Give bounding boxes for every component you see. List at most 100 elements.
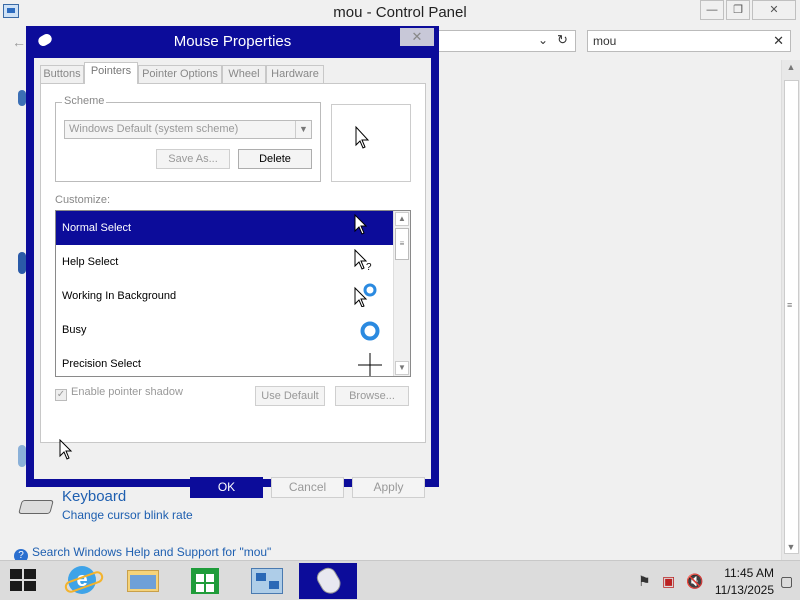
control-panel-scrollbar[interactable]: ▲ ≡ ▼: [781, 60, 800, 560]
save-as-button[interactable]: Save As...: [156, 149, 230, 169]
notification-icon[interactable]: ▢: [780, 573, 793, 590]
scrollbar-thumb[interactable]: [784, 80, 799, 554]
windows-logo-icon-part: [10, 581, 22, 591]
taskbar: e ⚑ ▣ 🔇 11:45 AM 11/13/2025 ▢: [0, 560, 800, 600]
scroll-up-icon[interactable]: ▲: [782, 62, 800, 78]
clock-time[interactable]: 11:45 AM: [710, 566, 774, 580]
help-cursor-icon: ?: [354, 249, 372, 273]
control-panel-icon-part: [269, 581, 279, 589]
list-item-label: Precision Select: [62, 358, 141, 370]
scroll-down-icon[interactable]: ▼: [782, 542, 800, 558]
network-icon[interactable]: ▣: [662, 573, 675, 590]
back-arrow-icon[interactable]: ←: [12, 34, 26, 50]
category-icon-fragment: [18, 445, 26, 467]
working-cursor-icon: [354, 283, 377, 307]
browse-button[interactable]: Browse...: [335, 386, 409, 406]
scheme-value: Windows Default (system scheme): [69, 123, 239, 135]
ok-button[interactable]: OK: [190, 477, 263, 498]
tab-pointer-options[interactable]: Pointer Options: [138, 65, 222, 83]
taskbar-mouse-properties[interactable]: [299, 563, 357, 599]
cancel-button[interactable]: Cancel: [271, 477, 344, 498]
list-item-label: Busy: [62, 324, 87, 336]
category-icon-fragment: [18, 90, 26, 106]
dialog-title: Mouse Properties: [173, 33, 292, 50]
scrollbar-thumb[interactable]: ≡: [395, 228, 409, 260]
scheme-select[interactable]: Windows Default (system scheme) ▼: [64, 120, 312, 139]
store-icon-part: [206, 574, 214, 582]
clear-search-icon[interactable]: ✕: [773, 33, 784, 49]
apply-button[interactable]: Apply: [352, 477, 425, 498]
cursor-list[interactable]: Normal Select Help Select ? Working In B…: [55, 210, 411, 377]
control-panel-icon: [251, 568, 283, 594]
mouse-properties-dialog: Mouse Properties ✕ Buttons Pointers Poin…: [26, 26, 439, 498]
list-item-label: Normal Select: [62, 222, 132, 234]
cursor-preview: [331, 104, 411, 182]
search-input-value: mou: [593, 34, 617, 48]
svg-text:?: ?: [366, 262, 372, 273]
list-item[interactable]: Working In Background: [56, 279, 393, 313]
store-icon: [191, 568, 219, 594]
taskbar-internet-explorer[interactable]: e: [52, 563, 110, 599]
scroll-grip-icon: ≡: [787, 300, 793, 310]
address-bar[interactable]: ⌄ ↻: [436, 30, 576, 52]
search-input[interactable]: mou ✕: [587, 30, 791, 52]
dialog-close-button[interactable]: ✕: [400, 28, 434, 46]
control-panel-titlebar: mou - Control Panel — ❐ ✕: [0, 0, 800, 24]
enable-pointer-shadow-checkbox[interactable]: ✓ Enable pointer shadow: [55, 386, 183, 401]
tab-hardware[interactable]: Hardware: [266, 65, 324, 83]
clock-date[interactable]: 11/13/2025: [710, 583, 774, 597]
customize-label: Customize:: [55, 194, 111, 206]
store-icon-part: [206, 584, 214, 592]
taskbar-store[interactable]: [175, 563, 233, 599]
mouse-icon: [313, 564, 345, 598]
keyboard-icon[interactable]: [18, 500, 54, 514]
tab-pointers[interactable]: Pointers: [84, 62, 138, 84]
windows-logo-icon-part: [24, 581, 36, 591]
volume-muted-icon[interactable]: 🔇: [686, 573, 703, 590]
maximize-button[interactable]: ❐: [726, 0, 750, 20]
crosshair-cursor-icon: [358, 353, 382, 376]
delete-button[interactable]: Delete: [238, 149, 312, 169]
tab-buttons[interactable]: Buttons: [40, 65, 84, 83]
keyboard-link[interactable]: Keyboard: [62, 488, 126, 505]
list-item[interactable]: Precision Select: [56, 347, 393, 376]
cursor-list-scrollbar[interactable]: ▲ ≡ ▼: [393, 211, 410, 376]
taskbar-file-explorer[interactable]: [113, 563, 171, 599]
use-default-button[interactable]: Use Default: [255, 386, 325, 406]
tab-wheel[interactable]: Wheel: [222, 65, 266, 83]
scheme-label: Scheme: [62, 95, 107, 107]
windows-logo-icon: [10, 569, 22, 579]
list-item[interactable]: Busy: [56, 313, 393, 347]
list-item[interactable]: Help Select ?: [56, 245, 393, 279]
internet-explorer-icon: e: [68, 566, 96, 594]
taskbar-control-panel[interactable]: [237, 563, 295, 599]
control-panel-title: mou - Control Panel: [333, 4, 467, 21]
scroll-up-icon[interactable]: ▲: [395, 212, 409, 226]
chevron-down-icon[interactable]: ⌄: [538, 33, 548, 47]
enable-pointer-shadow-label: Enable pointer shadow: [71, 386, 183, 398]
scroll-down-icon[interactable]: ▼: [395, 361, 409, 375]
control-panel-icon-part: [256, 573, 266, 581]
list-item-label: Working In Background: [62, 290, 177, 302]
store-icon-part: [196, 584, 204, 592]
mouse-pointer-icon: [59, 439, 73, 460]
dialog-body: Buttons Pointers Pointer Options Wheel H…: [34, 58, 431, 498]
minimize-button[interactable]: —: [700, 0, 724, 20]
busy-cursor-icon: [360, 321, 380, 341]
list-item[interactable]: Normal Select: [56, 211, 393, 245]
keyboard-blink-rate-link[interactable]: Change cursor blink rate: [62, 508, 193, 522]
refresh-icon[interactable]: ↻: [557, 32, 568, 48]
start-button[interactable]: [10, 569, 38, 593]
checkmark-icon[interactable]: ✓: [55, 389, 67, 401]
chevron-down-icon[interactable]: ▼: [295, 121, 311, 138]
pointers-tab-page: Scheme Windows Default (system scheme) ▼…: [40, 83, 426, 443]
folder-icon: [127, 570, 159, 592]
category-icon-fragment: [18, 252, 26, 274]
list-item-label: Help Select: [62, 256, 119, 268]
close-window-button[interactable]: ✕: [752, 0, 796, 20]
store-icon-part: [196, 574, 204, 582]
arrow-cursor-icon: [355, 125, 370, 149]
help-search-text[interactable]: Search Windows Help and Support for "mou…: [32, 545, 271, 559]
flag-icon[interactable]: ⚑: [638, 573, 651, 590]
scheme-group: Scheme Windows Default (system scheme) ▼…: [55, 95, 321, 182]
